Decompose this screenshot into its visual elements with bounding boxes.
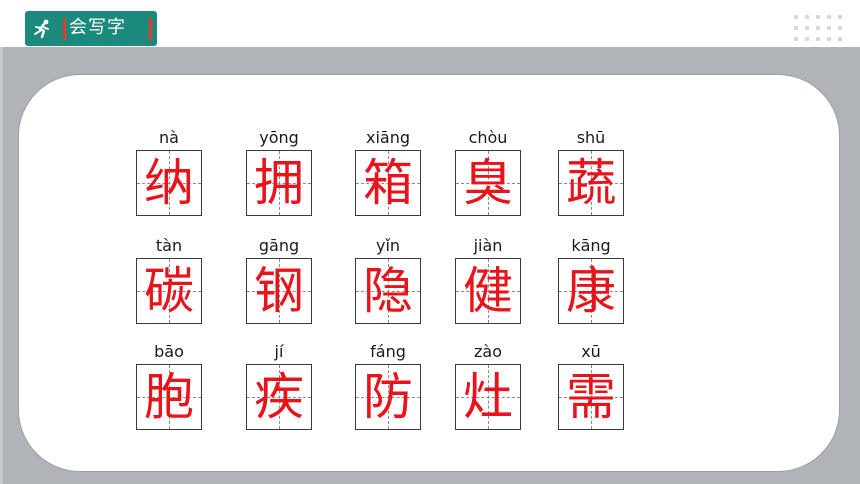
pinyin-label: kāng [571,236,611,255]
chinese-character: 疾 [254,368,304,426]
pinyin-label: chòu [468,128,508,147]
writing-grid: 胞 [136,364,202,430]
dot [794,37,798,41]
stage-edge [0,47,3,484]
pinyin-label: yǐn [375,236,401,255]
pinyin-label: shū [576,128,606,147]
top-bar: 会写字 [0,0,860,47]
dot [816,15,820,19]
title-marker-left [63,18,66,40]
writing-grid: 隐 [355,258,421,324]
chinese-character: 防 [363,368,413,426]
pinyin-label: xiāng [365,128,410,147]
chinese-character: 钢 [254,262,304,320]
chinese-character: 隐 [363,262,413,320]
chinese-character: 拥 [254,154,304,212]
section-badge: 会写字 [25,11,157,46]
title-marker-right [149,18,152,40]
dot [794,15,798,19]
decorative-dots [794,15,844,47]
pinyin-label: yōng [259,128,299,147]
pinyin-label: xū [581,342,601,361]
dot [838,26,842,30]
pinyin-label: tàn [155,236,183,255]
pinyin-label: zào [474,342,502,361]
writing-grid: 防 [355,364,421,430]
writing-card: nà 纳 yōng 拥 xiāng 箱 chòu 臭 shū 蔬 tàn 碳 gāng 钢 yǐn 隐 jiàn… [18,74,840,472]
pinyin-label: gāng [258,236,300,255]
pinyin-label: jiàn [473,236,503,255]
dot [805,26,809,30]
chinese-character: 需 [566,368,616,426]
writing-grid: 箱 [355,150,421,216]
writing-grid: 健 [455,258,521,324]
writing-grid: 碳 [136,258,202,324]
dot [805,15,809,19]
dot [827,37,831,41]
writing-grid: 需 [558,364,624,430]
writing-grid: 臭 [455,150,521,216]
slide-stage: nà 纳 yōng 拥 xiāng 箱 chòu 臭 shū 蔬 tàn 碳 gāng 钢 yǐn 隐 jiàn… [0,47,860,484]
writing-grid: 纳 [136,150,202,216]
dot [794,26,798,30]
writing-grid: 疾 [246,364,312,430]
dot [816,37,820,41]
pinyin-label: nà [159,128,179,147]
chinese-character: 臭 [463,154,513,212]
chinese-character: 箱 [363,154,413,212]
dot [838,15,842,19]
section-title: 会写字 [69,17,126,38]
chinese-character: 灶 [463,368,513,426]
chinese-character: 胞 [144,368,194,426]
writing-grid: 钢 [246,258,312,324]
pinyin-label: jí [274,342,284,361]
writing-grid: 拥 [246,150,312,216]
chinese-character: 蔬 [566,154,616,212]
dot [805,37,809,41]
running-figure-icon [34,19,49,39]
chinese-character: 康 [566,262,616,320]
dot [827,26,831,30]
dot [838,37,842,41]
chinese-character: 健 [463,262,513,320]
chinese-character: 纳 [144,154,194,212]
pinyin-label: fáng [370,342,406,361]
writing-grid: 康 [558,258,624,324]
chinese-character: 碳 [144,262,194,320]
dot [827,15,831,19]
pinyin-label: bāo [154,342,184,361]
dot [816,26,820,30]
writing-grid: 蔬 [558,150,624,216]
writing-grid: 灶 [455,364,521,430]
